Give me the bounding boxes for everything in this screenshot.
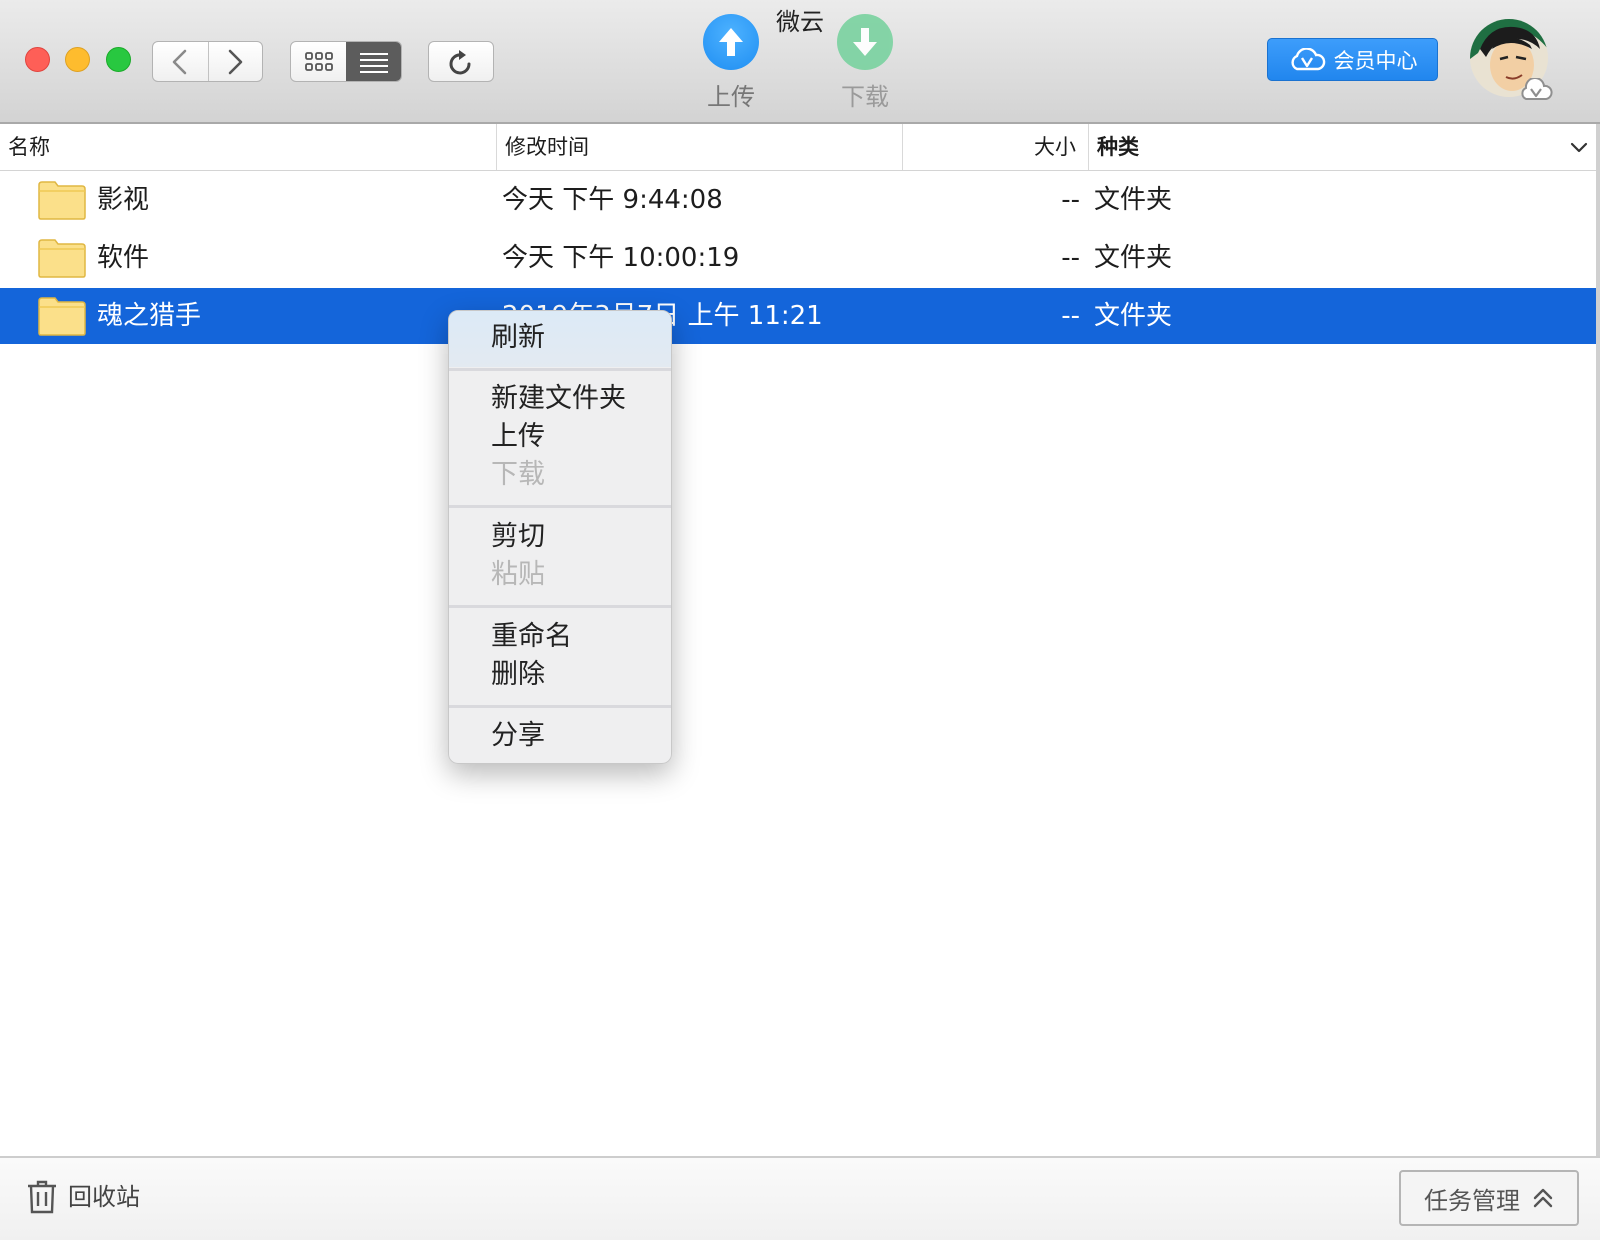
menu-item-refresh[interactable]: 刷新 bbox=[491, 319, 545, 357]
window-edge bbox=[1596, 124, 1600, 1156]
close-window-button[interactable] bbox=[25, 47, 50, 72]
file-size: -- bbox=[1061, 301, 1080, 331]
menu-item-upload[interactable]: 上传 bbox=[491, 418, 545, 456]
grid-view-icon bbox=[304, 51, 333, 71]
file-name: 影视 bbox=[97, 185, 150, 215]
menu-item-delete[interactable]: 删除 bbox=[491, 656, 545, 694]
chevron-down-icon[interactable] bbox=[1568, 136, 1590, 158]
download-toolbar-button[interactable]: 下载 bbox=[825, 14, 905, 112]
context-menu-highlight bbox=[449, 311, 671, 367]
file-name: 软件 bbox=[97, 243, 150, 273]
upload-toolbar-button[interactable]: 上传 bbox=[691, 14, 771, 112]
weiyun-window: 微云 上传 下载 会员中心 名称 修改时间 大小 种类 影视 今天 下午 9:4… bbox=[0, 0, 1600, 1240]
trash-icon[interactable] bbox=[27, 1180, 57, 1214]
table-row[interactable]: 影视 今天 下午 9:44:08 -- 文件夹 bbox=[0, 172, 1600, 228]
menu-item-download: 下载 bbox=[491, 459, 545, 490]
file-kind: 文件夹 bbox=[1094, 243, 1173, 273]
recycle-bin-label[interactable]: 回收站 bbox=[68, 1176, 140, 1218]
zoom-window-button[interactable] bbox=[106, 47, 131, 72]
menu-divider bbox=[449, 605, 671, 608]
weiyun-cloud-icon bbox=[1290, 47, 1325, 70]
view-mode-buttons bbox=[290, 41, 402, 82]
refresh-button[interactable] bbox=[428, 41, 494, 82]
file-size: -- bbox=[1061, 243, 1080, 273]
menu-item-new-folder[interactable]: 新建文件夹 bbox=[491, 380, 626, 418]
upload-arrow-icon bbox=[703, 14, 759, 70]
refresh-icon bbox=[449, 49, 471, 74]
menu-item-cut[interactable]: 剪切 bbox=[491, 518, 545, 556]
double-chevron-up-icon bbox=[1533, 1188, 1553, 1208]
file-modified-time: 今天 下午 9:44:08 bbox=[502, 185, 723, 215]
file-modified-time: 今天 下午 10:00:19 bbox=[502, 243, 740, 273]
column-header: 名称 修改时间 大小 种类 bbox=[0, 124, 1600, 171]
grid-view-button[interactable] bbox=[291, 42, 346, 81]
table-row[interactable]: 软件 今天 下午 10:00:19 -- 文件夹 bbox=[0, 230, 1600, 286]
menu-divider bbox=[449, 705, 671, 708]
menu-divider bbox=[449, 368, 671, 371]
toolbar: 微云 上传 下载 会员中心 bbox=[0, 0, 1600, 124]
task-manager-label: 任务管理 bbox=[1424, 1186, 1520, 1215]
menu-divider bbox=[449, 505, 671, 508]
list-view-button[interactable] bbox=[346, 42, 401, 81]
table-row-selected[interactable]: 魂之猎手 2019年3月7日 上午 11:21 -- 文件夹 bbox=[0, 288, 1600, 344]
chevron-left-icon bbox=[172, 49, 187, 74]
menu-item-rename[interactable]: 重命名 bbox=[491, 618, 572, 656]
vip-center-button[interactable]: 会员中心 bbox=[1267, 38, 1438, 81]
chevron-right-icon bbox=[228, 49, 243, 74]
minimize-window-button[interactable] bbox=[65, 47, 90, 72]
menu-item-share[interactable]: 分享 bbox=[491, 717, 545, 755]
vip-center-label: 会员中心 bbox=[1333, 48, 1418, 73]
file-kind: 文件夹 bbox=[1094, 185, 1173, 215]
menu-item-paste: 粘贴 bbox=[491, 559, 545, 590]
list-view-icon bbox=[359, 52, 388, 73]
download-arrow-icon bbox=[837, 14, 893, 70]
folder-icon bbox=[38, 297, 86, 336]
upload-label: 上传 bbox=[707, 83, 755, 111]
column-name[interactable]: 名称 bbox=[8, 124, 494, 170]
folder-icon bbox=[38, 181, 86, 220]
file-kind: 文件夹 bbox=[1094, 301, 1173, 331]
task-manager-button[interactable]: 任务管理 bbox=[1399, 1170, 1579, 1226]
file-size: -- bbox=[1061, 185, 1080, 215]
file-name: 魂之猎手 bbox=[97, 301, 202, 331]
column-size[interactable]: 大小 bbox=[902, 124, 1086, 170]
forward-button[interactable] bbox=[207, 42, 263, 81]
back-button[interactable] bbox=[153, 42, 208, 81]
navigation-buttons bbox=[152, 41, 263, 82]
context-menu: 刷新 新建文件夹 上传 下载 剪切 粘贴 重命名 删除 分享 bbox=[448, 310, 672, 764]
download-label: 下载 bbox=[841, 83, 889, 111]
column-kind[interactable]: 种类 bbox=[1088, 124, 1388, 170]
vip-badge-icon bbox=[1521, 78, 1553, 100]
column-modified-time[interactable]: 修改时间 bbox=[496, 124, 896, 170]
bottom-bar: 回收站 任务管理 bbox=[0, 1156, 1600, 1240]
folder-icon bbox=[38, 239, 86, 278]
